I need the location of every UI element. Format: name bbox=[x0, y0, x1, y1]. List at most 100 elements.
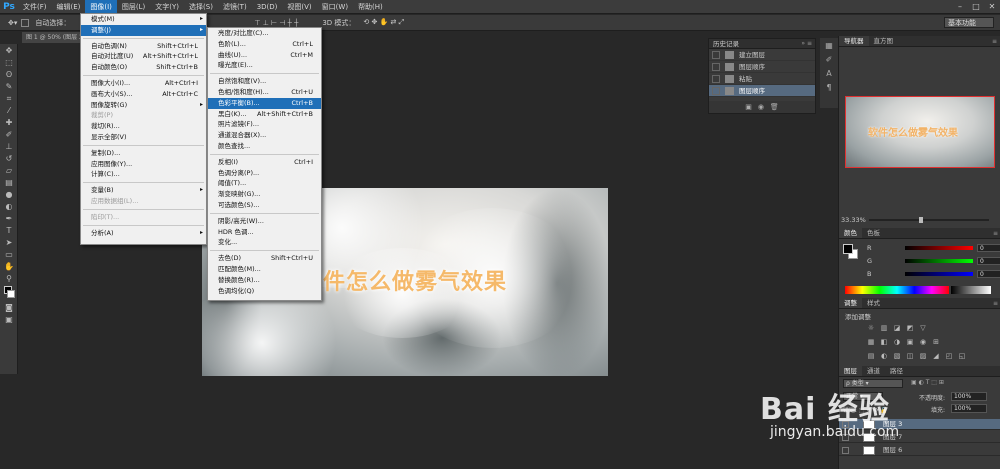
camera-icon[interactable]: ◉ bbox=[758, 103, 764, 111]
menu-option[interactable]: 亮度/对比度(C)... bbox=[208, 28, 321, 39]
menu-item[interactable]: 3D(D) bbox=[252, 0, 283, 14]
posterize-icon[interactable]: ◐ bbox=[880, 352, 888, 360]
hand-tool-icon[interactable]: ✋ bbox=[2, 261, 16, 272]
workspace-select[interactable]: 基本功能 bbox=[944, 17, 994, 28]
menu-item[interactable]: 图像(I) bbox=[85, 0, 117, 14]
crop-tool-icon[interactable]: ⌗ bbox=[2, 93, 16, 104]
history-brush-icon[interactable]: ↺ bbox=[2, 153, 16, 164]
menu-option[interactable]: 变化... bbox=[208, 237, 321, 248]
menu-option[interactable]: 通道混合器(X)... bbox=[208, 130, 321, 141]
menu-option[interactable]: 色阶(L)... Ctrl+L bbox=[208, 39, 321, 50]
menu-option[interactable]: 复制(D)... bbox=[81, 148, 206, 159]
menu-item[interactable]: 编辑(E) bbox=[52, 0, 86, 14]
channel-value-input[interactable]: 0 bbox=[977, 270, 1000, 278]
navigator-preview[interactable]: 软件怎么做雾气效果 bbox=[845, 96, 995, 168]
eraser-tool-icon[interactable]: ▱ bbox=[2, 165, 16, 176]
history-item[interactable]: 图层顺序 bbox=[709, 61, 815, 73]
brush-panel-icon[interactable]: ✐ bbox=[822, 54, 836, 66]
menu-option[interactable]: 自动对比度(U) Alt+Shift+Ctrl+L bbox=[81, 51, 206, 62]
brush-tool-icon[interactable]: ✐ bbox=[2, 129, 16, 140]
menu-item[interactable]: 视图(V) bbox=[282, 0, 316, 14]
align-icons[interactable]: ⊤ ⊥ ⊢ ⊣ ┼ ┼ bbox=[254, 19, 298, 27]
threshold-icon[interactable]: ▧ bbox=[893, 352, 901, 360]
history-checkbox[interactable] bbox=[712, 51, 720, 59]
channel-value-input[interactable]: 0 bbox=[977, 244, 1000, 252]
color-spectrum[interactable] bbox=[845, 286, 949, 294]
gradient-tool-icon[interactable]: ▤ bbox=[2, 177, 16, 188]
menu-option[interactable]: 曲线(U)... Ctrl+M bbox=[208, 50, 321, 61]
opacity-input[interactable]: 100% bbox=[951, 392, 987, 401]
channel-mixer-icon[interactable]: ◉ bbox=[919, 338, 927, 346]
auto-select-checkbox[interactable] bbox=[21, 18, 30, 27]
type-tool-icon[interactable]: T bbox=[2, 225, 16, 236]
mode-3d-icons[interactable]: ⟲ ✥ ✋ ⇄ ⤢ bbox=[363, 18, 404, 27]
panel-menu-icon[interactable]: ≡ bbox=[993, 298, 998, 309]
menu-option[interactable]: 反相(I) Ctrl+I bbox=[208, 157, 321, 168]
history-panel-icon[interactable]: ▦ bbox=[822, 40, 836, 52]
menu-option[interactable]: 计算(C)... bbox=[81, 169, 206, 180]
tab-histogram[interactable]: 直方图 bbox=[869, 36, 899, 46]
tab-swatches[interactable]: 色板 bbox=[862, 228, 885, 238]
menu-option[interactable]: 调整(J) ▸ bbox=[81, 24, 206, 36]
fill-input[interactable]: 100% bbox=[951, 404, 987, 413]
menu-option[interactable]: 照片滤镜(F)... bbox=[208, 119, 321, 130]
blur-tool-icon[interactable]: ● bbox=[2, 189, 16, 200]
history-checkbox[interactable] bbox=[712, 63, 720, 71]
menu-option[interactable]: 画布大小(S)... Alt+Ctrl+C bbox=[81, 89, 206, 100]
color-swatches-icon[interactable] bbox=[2, 285, 16, 301]
menu-option[interactable]: 图像旋转(G) ▸ bbox=[81, 100, 206, 111]
move-tool-icon[interactable]: ✥ bbox=[2, 45, 16, 56]
brightness-icon[interactable]: ☼ bbox=[867, 324, 875, 332]
tab-navigator[interactable]: 导航器 bbox=[839, 36, 869, 46]
document-tab[interactable]: 图 1 @ 50% (图层 2, RGB/8) bbox=[22, 32, 82, 43]
menu-option[interactable]: 替换颜色(R)... bbox=[208, 275, 321, 286]
minimize-button[interactable]: – bbox=[952, 0, 968, 14]
menu-option[interactable]: 曝光度(E)... bbox=[208, 60, 321, 71]
history-item[interactable]: 图层顺序 bbox=[709, 85, 815, 97]
menu-option[interactable]: 图像大小(I)... Alt+Ctrl+I bbox=[81, 78, 206, 89]
move-tool-icon[interactable]: ✥▾ bbox=[8, 19, 17, 27]
trash-icon[interactable]: 🗑 bbox=[770, 103, 779, 111]
color-lookup-icon[interactable]: ⊞ bbox=[932, 338, 940, 346]
menu-option[interactable]: 颜色查找... bbox=[208, 141, 321, 152]
history-panel-tab[interactable]: 历史记录 » ≡ bbox=[709, 39, 815, 49]
menu-option[interactable]: 显示全部(V) bbox=[81, 132, 206, 143]
character-panel-icon[interactable]: A bbox=[822, 68, 836, 80]
tab-layers[interactable]: 图层 bbox=[839, 366, 862, 376]
menu-option[interactable]: 自动颜色(O) Shift+Ctrl+B bbox=[81, 62, 206, 73]
history-checkbox[interactable] bbox=[712, 75, 720, 83]
healing-brush-icon[interactable]: ✚ bbox=[2, 117, 16, 128]
menu-item[interactable]: 窗口(W) bbox=[317, 0, 353, 14]
hdr-icon[interactable]: ◰ bbox=[945, 352, 953, 360]
shadow-icon[interactable]: ◢ bbox=[932, 352, 940, 360]
menu-option[interactable]: 变量(B) ▸ bbox=[81, 185, 206, 196]
path-select-icon[interactable]: ➤ bbox=[2, 237, 16, 248]
menu-option[interactable]: 分析(A) ▸ bbox=[81, 228, 206, 239]
tab-color[interactable]: 颜色 bbox=[839, 228, 862, 238]
gradient-map-icon[interactable]: ◫ bbox=[906, 352, 914, 360]
foreground-color-swatch[interactable] bbox=[843, 244, 853, 254]
menu-option[interactable]: 色调均化(Q) bbox=[208, 286, 321, 297]
tab-styles[interactable]: 样式 bbox=[862, 298, 885, 308]
visibility-eye-icon[interactable] bbox=[842, 447, 849, 454]
panel-menu-icon[interactable]: ≡ bbox=[992, 36, 997, 47]
menu-option[interactable]: 色调分离(P)... bbox=[208, 168, 321, 179]
grayscale-ramp[interactable] bbox=[951, 286, 991, 294]
exposure-icon[interactable]: ◩ bbox=[906, 324, 914, 332]
tab-channels[interactable]: 通道 bbox=[862, 366, 885, 376]
maximize-button[interactable]: □ bbox=[968, 0, 984, 14]
curves-icon[interactable]: ◪ bbox=[893, 324, 901, 332]
zoom-level[interactable]: 33.33% bbox=[841, 216, 866, 224]
history-checkbox[interactable] bbox=[712, 87, 720, 95]
layer-row[interactable]: 图层 6 bbox=[839, 445, 1000, 456]
menu-item[interactable]: 文件(F) bbox=[18, 0, 52, 14]
quick-select-tool-icon[interactable]: ✎ bbox=[2, 81, 16, 92]
menu-option[interactable]: 自然饱和度(V)... bbox=[208, 76, 321, 87]
menu-option[interactable]: HDR 色调... bbox=[208, 227, 321, 238]
menu-option[interactable]: 可选颜色(S)... bbox=[208, 200, 321, 211]
menu-option[interactable]: 模式(M) ▸ bbox=[81, 14, 206, 25]
color-balance-icon[interactable]: ◧ bbox=[880, 338, 888, 346]
screen-mode-icon[interactable]: ▣ bbox=[2, 314, 16, 325]
menu-item[interactable]: 选择(S) bbox=[184, 0, 218, 14]
menu-option[interactable]: 色彩平衡(B)... Ctrl+B bbox=[208, 97, 321, 109]
